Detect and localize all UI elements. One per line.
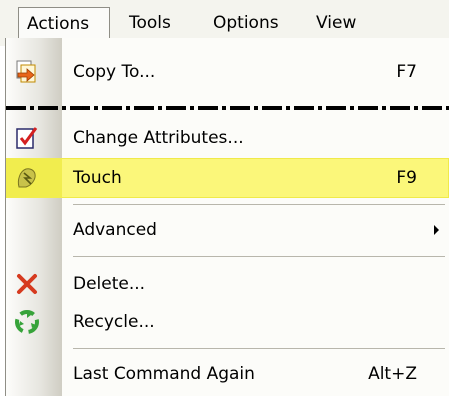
menu-item-delete[interactable]: Delete...: [6, 264, 449, 304]
menu-item-label: Advanced: [73, 220, 157, 240]
menu-item-advanced[interactable]: Advanced: [6, 210, 449, 250]
menu-item-label: Delete...: [73, 274, 146, 294]
menu-item-recycle[interactable]: Recycle...: [6, 302, 449, 342]
menu-item-shortcut: F9: [396, 168, 417, 188]
menu-item-last-command-again[interactable]: Last Command Again Alt+Z: [6, 354, 449, 394]
menu-item-label: Last Command Again: [73, 364, 255, 384]
menu-options-label: Options: [213, 13, 279, 33]
menu-item-change-attributes[interactable]: Change Attributes...: [6, 118, 449, 158]
menu-actions[interactable]: Actions: [18, 7, 110, 39]
menu-separator: [73, 348, 445, 349]
menu-view-label: View: [316, 13, 357, 33]
delete-icon: [14, 271, 40, 297]
menu-item-shortcut: F7: [396, 62, 417, 82]
menu-separator: [73, 204, 445, 205]
menu-item-shortcut: Alt+Z: [368, 364, 417, 384]
touch-icon: [14, 165, 40, 191]
tear-off-line[interactable]: [6, 106, 449, 110]
recycle-icon: [14, 309, 40, 335]
menu-actions-label: Actions: [27, 14, 90, 34]
menu-tools[interactable]: Tools: [129, 7, 171, 39]
actions-dropdown-menu: Copy To... F7 Change Attributes... Touch…: [5, 38, 449, 396]
change-attributes-icon: [14, 125, 40, 151]
copy-to-icon: [14, 59, 40, 85]
menu-tools-label: Tools: [129, 13, 171, 33]
menu-item-copy-to[interactable]: Copy To... F7: [6, 52, 449, 92]
menu-item-label: Copy To...: [73, 62, 156, 82]
menu-item-touch[interactable]: Touch F9: [6, 158, 449, 198]
menu-item-label: Touch: [73, 168, 122, 188]
menu-separator: [73, 256, 445, 257]
menu-item-label: Recycle...: [73, 312, 155, 332]
menu-view[interactable]: View: [316, 7, 356, 39]
menu-options[interactable]: Options: [213, 7, 279, 39]
submenu-arrow-icon: [434, 225, 439, 235]
menu-item-label: Change Attributes...: [73, 128, 244, 148]
